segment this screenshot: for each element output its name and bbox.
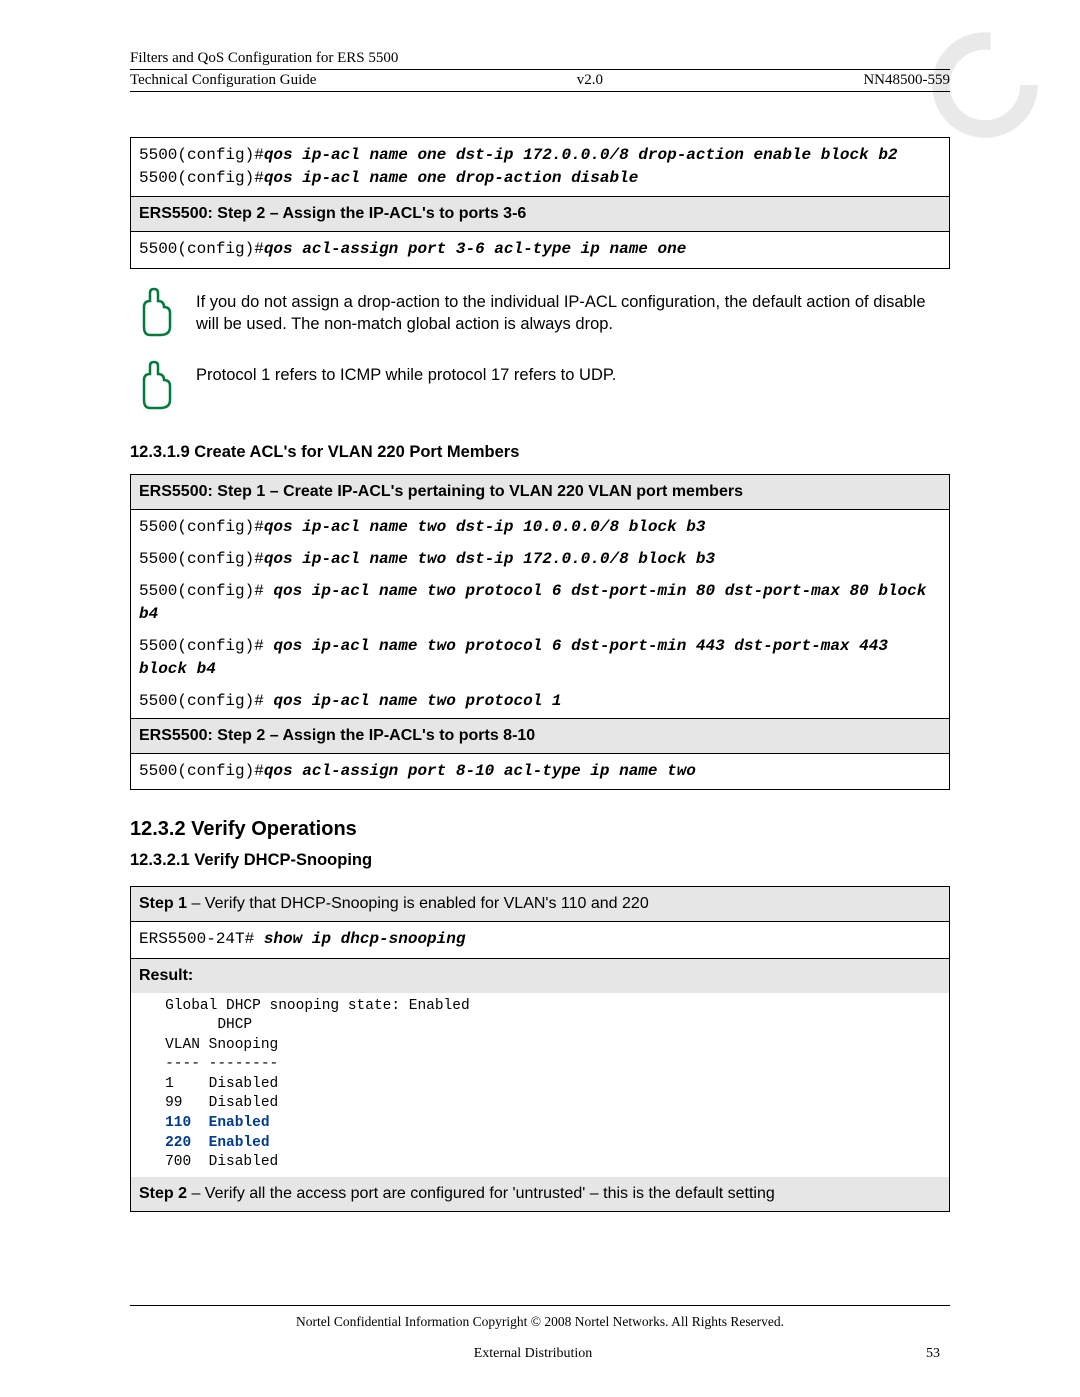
cli-prompt: 5500(config)# <box>139 692 273 710</box>
output-line: DHCP <box>165 1017 252 1033</box>
doc-number: NN48500-559 <box>863 72 950 89</box>
cli-command: qos ip-acl name two dst-ip 10.0.0.0/8 bl… <box>264 518 706 536</box>
cli-command: qos acl-assign port 3-6 acl-type ip name… <box>264 240 686 258</box>
cli-prompt: 5500(config)# <box>139 582 273 600</box>
footer-distribution: External Distribution <box>474 1346 593 1362</box>
page-footer: Nortel Confidential Information Copyrigh… <box>130 1305 950 1362</box>
cli-command: qos ip-acl name one drop-action disable <box>264 169 638 187</box>
section-heading: 12.3.1.9 Create ACL's for VLAN 220 Port … <box>130 443 950 462</box>
section-heading: 12.3.2 Verify Operations <box>130 818 950 841</box>
note-row: If you do not assign a drop-action to th… <box>136 287 950 342</box>
cli-prompt: ERS5500-24T# <box>139 930 264 948</box>
step-label: Step 1 <box>139 895 187 912</box>
step-header: Step 2 – Verify all the access port are … <box>130 1177 950 1212</box>
cli-command: qos acl-assign port 8-10 acl-type ip nam… <box>264 762 696 780</box>
cli-prompt: 5500(config)# <box>139 240 264 258</box>
step-header: Step 1 – Verify that DHCP-Snooping is en… <box>130 886 950 921</box>
note-text: If you do not assign a drop-action to th… <box>196 287 950 336</box>
command-block-4: 5500(config)#qos acl-assign port 8-10 ac… <box>130 753 950 790</box>
output-line: ---- -------- <box>165 1056 278 1072</box>
note-row: Protocol 1 refers to ICMP while protocol… <box>136 360 950 415</box>
output-line-highlight: 110 Enabled <box>165 1115 269 1131</box>
doc-version: v2.0 <box>577 72 603 89</box>
result-output: Global DHCP snooping state: Enabled DHCP… <box>130 993 950 1177</box>
cli-prompt: 5500(config)# <box>139 169 264 187</box>
output-line: 700 Disabled <box>165 1154 278 1170</box>
step-header: ERS5500: Step 1 – Create IP-ACL's pertai… <box>130 474 950 509</box>
step-desc: – Verify that DHCP-Snooping is enabled f… <box>187 895 649 912</box>
cli-command: qos ip-acl name one dst-ip 172.0.0.0/8 d… <box>264 146 898 164</box>
pointing-hand-icon <box>136 360 176 415</box>
cli-prompt: 5500(config)# <box>139 518 264 536</box>
output-line: VLAN Snooping <box>165 1037 278 1053</box>
step-header: ERS5500: Step 2 – Assign the IP-ACL's to… <box>130 197 950 231</box>
pointing-hand-icon <box>136 287 176 342</box>
subsection-heading: 12.3.2.1 Verify DHCP-Snooping <box>130 851 950 870</box>
doc-title: Filters and QoS Configuration for ERS 55… <box>130 50 398 67</box>
step-header: ERS5500: Step 2 – Assign the IP-ACL's to… <box>130 719 950 753</box>
output-line: 99 Disabled <box>165 1095 278 1111</box>
command-block-1: 5500(config)#qos ip-acl name one dst-ip … <box>130 137 950 197</box>
cli-command: qos ip-acl name two protocol 1 <box>273 692 561 710</box>
output-line-highlight: 220 Enabled <box>165 1135 269 1151</box>
cli-command: show ip dhcp-snooping <box>264 930 466 948</box>
command-block-2: 5500(config)#qos acl-assign port 3-6 acl… <box>130 231 950 268</box>
command-block-3: 5500(config)#qos ip-acl name two dst-ip … <box>130 509 950 720</box>
page-header-row2: Technical Configuration Guide v2.0 NN485… <box>130 72 950 92</box>
doc-subtitle: Technical Configuration Guide <box>130 72 316 89</box>
step-label: Step 2 <box>139 1185 187 1202</box>
cli-prompt: 5500(config)# <box>139 550 264 568</box>
cli-prompt: 5500(config)# <box>139 637 273 655</box>
output-line: Global DHCP snooping state: Enabled <box>165 998 470 1014</box>
note-text: Protocol 1 refers to ICMP while protocol… <box>196 360 616 386</box>
footer-copyright: Nortel Confidential Information Copyrigh… <box>130 1314 950 1330</box>
page-number: 53 <box>926 1346 940 1362</box>
cli-command: qos ip-acl name two dst-ip 172.0.0.0/8 b… <box>264 550 715 568</box>
cli-prompt: 5500(config)# <box>139 146 264 164</box>
output-line: 1 Disabled <box>165 1076 278 1092</box>
page-header-row1: Filters and QoS Configuration for ERS 55… <box>130 50 950 70</box>
result-header: Result: <box>130 959 950 993</box>
command-block-5: ERS5500-24T# show ip dhcp-snooping <box>130 921 950 958</box>
cli-prompt: 5500(config)# <box>139 762 264 780</box>
step-desc: – Verify all the access port are configu… <box>187 1185 775 1202</box>
